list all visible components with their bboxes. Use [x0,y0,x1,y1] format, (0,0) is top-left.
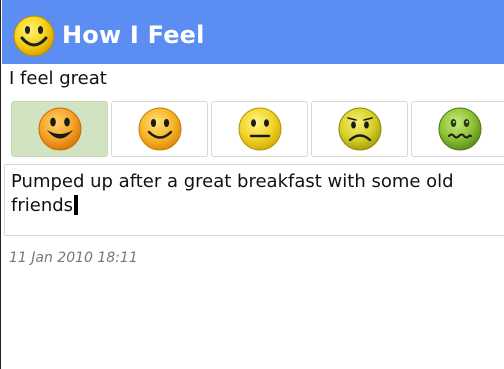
entry-timestamp: 11 Jan 2010 18:11 [9,250,138,266]
mood-button-sad[interactable] [311,101,408,157]
frowning-face-icon [338,107,381,151]
sick-face-icon [438,107,481,151]
smiley-face-icon [13,15,55,57]
title-bar: How I Feel [2,0,504,64]
status-text: I feel great [9,68,107,89]
mood-button-good[interactable] [111,101,208,157]
text-cursor [74,195,79,215]
app-title: How I Feel [62,21,205,49]
mood-button-great[interactable] [11,101,108,157]
neutral-face-icon [238,107,281,151]
mood-button-sick[interactable] [411,101,504,157]
note-input[interactable]: Pumped up after a great breakfast with s… [4,164,504,236]
app-window: How I Feel I feel great Pumped up after … [0,0,504,369]
smiling-face-icon [138,107,181,151]
note-text-wrapper: Pumped up after a great breakfast with s… [11,170,497,218]
mood-selector [11,101,504,157]
grinning-face-icon [38,107,81,151]
mood-button-neutral[interactable] [211,101,308,157]
